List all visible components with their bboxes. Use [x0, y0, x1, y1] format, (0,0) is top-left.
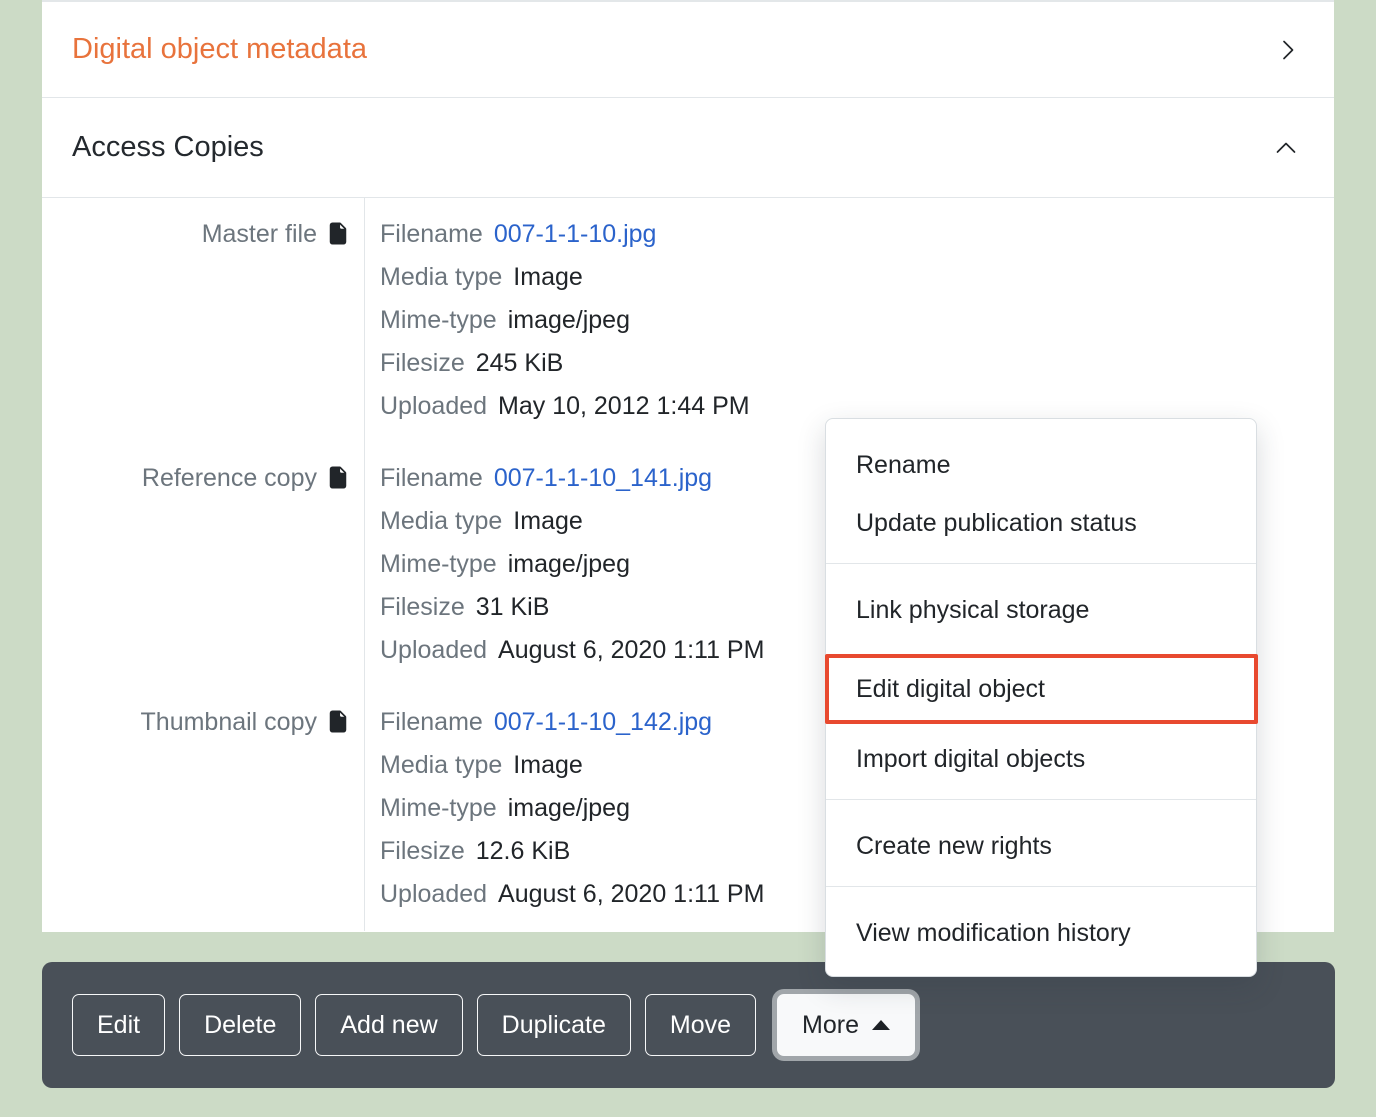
more-dropdown-menu: Rename Update publication status Link ph… — [825, 418, 1257, 977]
field-value: 245 KiB — [476, 349, 564, 377]
menu-item-view-modification-history[interactable]: View modification history — [826, 904, 1256, 962]
access-copies-title: Access Copies — [72, 131, 264, 164]
menu-divider — [826, 799, 1256, 800]
field-key: Uploaded — [380, 392, 487, 420]
duplicate-button[interactable]: Duplicate — [477, 994, 631, 1056]
field-key: Media type — [380, 507, 502, 535]
field-key: Filename — [380, 464, 483, 492]
field-key: Mime-type — [380, 794, 497, 822]
copy-type-label-master: Master file — [42, 198, 365, 442]
copy-fields-master: Filename 007-1-1-10.jpg Media type Image M… — [365, 198, 1334, 442]
menu-item-rename[interactable]: Rename — [826, 436, 1256, 494]
copy-type-label-reference: Reference copy — [42, 442, 365, 686]
field-value: Image — [513, 507, 582, 535]
digital-object-metadata-title: Digital object metadata — [72, 33, 367, 66]
menu-item-create-new-rights[interactable]: Create new rights — [826, 817, 1256, 875]
field-value: 31 KiB — [476, 593, 550, 621]
chevron-up-icon — [1272, 136, 1300, 160]
filename-link[interactable]: 007-1-1-10.jpg — [494, 220, 657, 248]
delete-button[interactable]: Delete — [179, 994, 301, 1056]
menu-item-update-publication-status[interactable]: Update publication status — [826, 494, 1256, 552]
field-value: August 6, 2020 1:11 PM — [498, 880, 764, 908]
more-button[interactable]: More — [777, 994, 915, 1056]
edit-button[interactable]: Edit — [72, 994, 165, 1056]
menu-divider — [826, 563, 1256, 564]
field-key: Uploaded — [380, 636, 487, 664]
field-key: Filesize — [380, 837, 465, 865]
move-button[interactable]: Move — [645, 994, 756, 1056]
access-copies-header[interactable]: Access Copies — [42, 98, 1334, 198]
field-key: Filesize — [380, 593, 465, 621]
page: { "panel": { "metadata_header": "Digital… — [0, 0, 1376, 1117]
more-button-label: More — [802, 1010, 859, 1040]
copy-type-label-thumbnail: Thumbnail copy — [42, 686, 365, 931]
field-key: Filesize — [380, 349, 465, 377]
file-icon — [327, 220, 349, 247]
filename-link[interactable]: 007-1-1-10_141.jpg — [494, 464, 712, 492]
field-value: Image — [513, 751, 582, 779]
field-value: image/jpeg — [508, 794, 630, 822]
menu-divider — [826, 886, 1256, 887]
menu-item-link-physical-storage[interactable]: Link physical storage — [826, 581, 1256, 639]
field-value: Image — [513, 263, 582, 291]
field-key: Uploaded — [380, 880, 487, 908]
caret-up-icon — [872, 1020, 890, 1030]
field-key: Filename — [380, 220, 483, 248]
digital-object-metadata-header[interactable]: Digital object metadata — [42, 2, 1334, 98]
field-value: August 6, 2020 1:11 PM — [498, 636, 764, 664]
field-key: Mime-type — [380, 550, 497, 578]
field-key: Media type — [380, 751, 502, 779]
field-value: 12.6 KiB — [476, 837, 571, 865]
field-value: May 10, 2012 1:44 PM — [498, 392, 750, 420]
filename-link[interactable]: 007-1-1-10_142.jpg — [494, 708, 712, 736]
menu-item-edit-digital-object[interactable]: Edit digital object — [825, 654, 1258, 724]
field-value: image/jpeg — [508, 306, 630, 334]
field-key: Filename — [380, 708, 483, 736]
chevron-right-icon — [1276, 37, 1300, 63]
actions-toolbar: Edit Delete Add new Duplicate Move More — [42, 962, 1335, 1088]
field-key: Media type — [380, 263, 502, 291]
field-key: Mime-type — [380, 306, 497, 334]
file-icon — [327, 464, 349, 491]
add-new-button[interactable]: Add new — [315, 994, 462, 1056]
file-icon — [327, 708, 349, 735]
menu-item-import-digital-objects[interactable]: Import digital objects — [826, 730, 1256, 788]
field-value: image/jpeg — [508, 550, 630, 578]
